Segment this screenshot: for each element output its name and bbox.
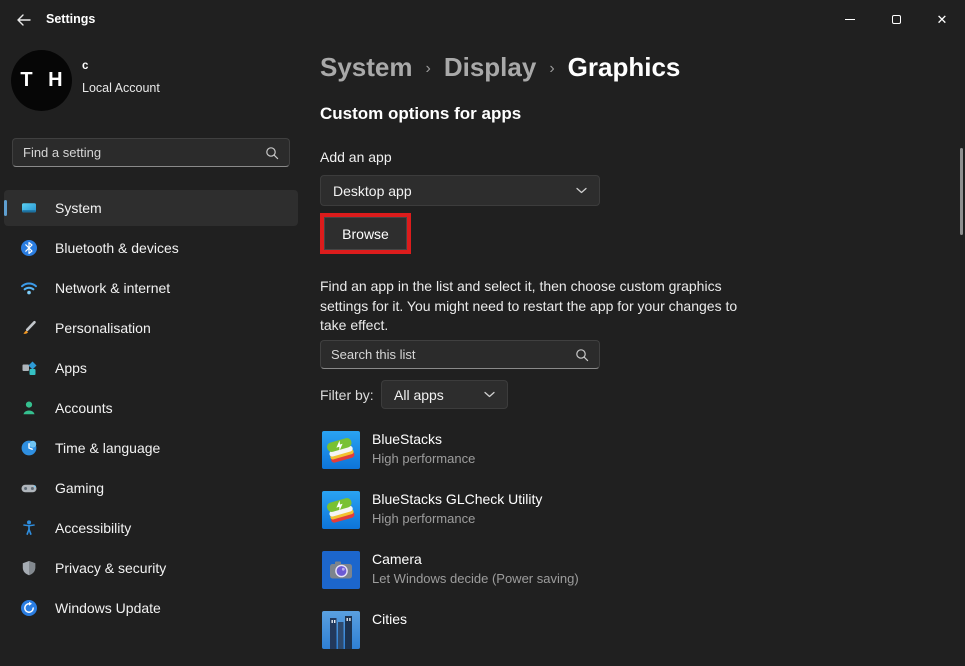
sidebar-item-bluetooth-devices[interactable]: Bluetooth & devices [4, 230, 298, 266]
scrollbar-thumb[interactable] [960, 148, 963, 235]
person-icon [20, 399, 38, 417]
sidebar-item-label: Accounts [55, 400, 113, 416]
window-title: Settings [46, 12, 95, 26]
sidebar-item-personalisation[interactable]: Personalisation [4, 310, 298, 346]
breadcrumb-display[interactable]: Display [444, 52, 537, 83]
sidebar-item-time-language[interactable]: Time & language [4, 430, 298, 466]
filter-dropdown[interactable]: All apps [381, 380, 508, 409]
add-app-label: Add an app [320, 149, 392, 165]
sidebar-item-privacy-security[interactable]: Privacy & security [4, 550, 298, 586]
accessibility-icon [20, 519, 38, 537]
clock-icon [20, 439, 38, 457]
app-type-dropdown[interactable]: Desktop app [320, 175, 600, 206]
account-name: c [82, 60, 88, 72]
browse-highlight-annotation: Browse [320, 213, 411, 254]
breadcrumb: System › Display › Graphics [320, 52, 680, 83]
sidebar-item-label: Windows Update [55, 600, 161, 616]
app-type-dropdown-value: Desktop app [333, 183, 412, 199]
filter-dropdown-value: All apps [394, 387, 444, 403]
chevron-down-icon [576, 187, 587, 194]
bluetooth-icon [20, 239, 38, 257]
app-name: BlueStacks GLCheck Utility [372, 491, 542, 507]
search-list-input[interactable]: Search this list [320, 340, 600, 369]
app-row-bluestacks-glcheck[interactable]: BlueStacks GLCheck Utility High performa… [322, 490, 882, 546]
app-row-camera[interactable]: Camera Let Windows decide (Power saving) [322, 550, 882, 606]
cities-app-icon [322, 611, 360, 649]
close-icon: ✕ [937, 13, 948, 26]
filter-by-label: Filter by: [320, 387, 374, 403]
paintbrush-icon [20, 319, 38, 337]
chevron-down-icon [484, 391, 495, 398]
sidebar-item-accessibility[interactable]: Accessibility [4, 510, 298, 546]
back-arrow-icon [16, 14, 31, 26]
sidebar-item-label: Accessibility [55, 520, 131, 536]
breadcrumb-separator: › [426, 57, 431, 78]
app-name: BlueStacks [372, 431, 442, 447]
sidebar-item-label: Time & language [55, 440, 160, 456]
find-setting-input[interactable]: Find a setting [12, 138, 290, 167]
breadcrumb-system[interactable]: System [320, 52, 413, 83]
sidebar-item-gaming[interactable]: Gaming [4, 470, 298, 506]
minimize-button[interactable] [827, 0, 873, 38]
sidebar-item-windows-update[interactable]: Windows Update [4, 590, 298, 626]
sidebar-item-label: System [55, 200, 102, 216]
close-button[interactable]: ✕ [919, 0, 965, 38]
app-name: Cities [372, 611, 407, 627]
sidebar-item-system[interactable]: System [4, 190, 298, 226]
system-icon [20, 199, 38, 217]
description-text: Find an app in the list and select it, t… [320, 277, 766, 336]
app-graphics-setting: High performance [372, 511, 475, 526]
update-icon [20, 599, 38, 617]
window-controls: ✕ [827, 0, 965, 38]
breadcrumb-separator: › [549, 57, 554, 78]
search-list-placeholder: Search this list [331, 347, 575, 362]
browse-button[interactable]: Browse [324, 217, 407, 250]
maximize-button[interactable] [873, 0, 919, 38]
maximize-icon [892, 15, 901, 24]
app-name: Camera [372, 551, 422, 567]
sidebar-item-accounts[interactable]: Accounts [4, 390, 298, 426]
page-section-title: Custom options for apps [320, 104, 521, 124]
wifi-icon [20, 279, 38, 297]
sidebar-item-label: Gaming [55, 480, 104, 496]
sidebar-item-label: Personalisation [55, 320, 151, 336]
sidebar-item-apps[interactable]: Apps [4, 350, 298, 386]
avatar[interactable]: T H [11, 50, 72, 111]
sidebar-nav: System Bluetooth & devices Network & int… [4, 190, 298, 630]
sidebar-item-label: Bluetooth & devices [55, 240, 179, 256]
sidebar-item-label: Network & internet [55, 280, 170, 296]
back-button[interactable] [8, 7, 38, 33]
sidebar-item-label: Privacy & security [55, 560, 166, 576]
selected-indicator [4, 200, 7, 216]
app-row-bluestacks[interactable]: BlueStacks High performance [322, 430, 882, 486]
apps-icon [20, 359, 38, 377]
minimize-icon [845, 19, 855, 20]
bluestacks-app-icon [322, 431, 360, 469]
camera-app-icon [322, 551, 360, 589]
shield-icon [20, 559, 38, 577]
gamepad-icon [20, 479, 38, 497]
search-icon [575, 348, 589, 362]
sidebar-item-label: Apps [55, 360, 87, 376]
sidebar-item-network-internet[interactable]: Network & internet [4, 270, 298, 306]
search-icon [265, 146, 279, 160]
find-setting-placeholder: Find a setting [23, 145, 265, 160]
app-graphics-setting: High performance [372, 451, 475, 466]
account-type: Local Account [82, 81, 160, 95]
app-row-cities[interactable]: Cities [322, 610, 882, 666]
bluestacks-app-icon [322, 491, 360, 529]
breadcrumb-graphics: Graphics [568, 52, 681, 83]
app-graphics-setting: Let Windows decide (Power saving) [372, 571, 579, 586]
